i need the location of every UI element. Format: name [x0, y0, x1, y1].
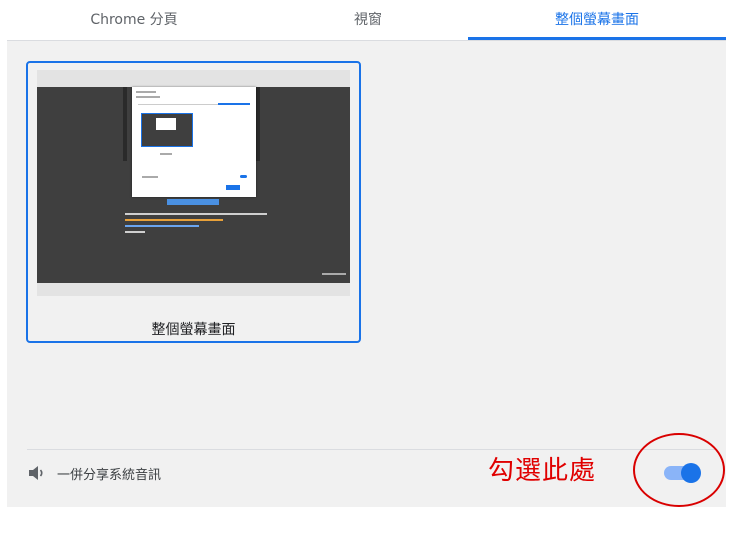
- speaker-icon: [29, 466, 43, 480]
- tab-chrome-tab[interactable]: Chrome 分頁: [0, 0, 268, 41]
- thumbnail-text-line: [125, 219, 223, 221]
- thumbnail-text: [136, 91, 156, 93]
- thumbnail-toggle: [240, 175, 247, 178]
- thumbnail-text: [322, 273, 346, 275]
- thumbnail-active-tab: [218, 103, 250, 105]
- share-source-tabs: Chrome 分頁 視窗 整個螢幕畫面: [0, 0, 733, 41]
- screen-thumbnail: [37, 70, 350, 296]
- tab-entire-screen[interactable]: 整個螢幕畫面: [468, 0, 726, 41]
- thumbnail-window-edge-right: [256, 87, 260, 161]
- tab-window[interactable]: 視窗: [268, 0, 468, 41]
- thumbnail-nested-screen: [141, 113, 193, 147]
- annotation-text: 勾選此處: [488, 456, 597, 486]
- entire-screen-label: 整個螢幕畫面: [151, 322, 236, 338]
- thumbnail-button: [226, 185, 240, 190]
- thumbnail-text-line: [125, 225, 199, 227]
- thumbnail-text: [160, 153, 172, 155]
- audio-divider: [27, 449, 717, 450]
- thumbnail-window-edge-left: [123, 87, 127, 161]
- thumbnail-nested-dialog: [156, 118, 176, 130]
- toggle-knob: [681, 463, 701, 483]
- thumbnail-blue-bar: [167, 199, 219, 205]
- share-system-audio-toggle[interactable]: [663, 462, 701, 484]
- entire-screen-option[interactable]: 整個螢幕畫面: [26, 61, 361, 343]
- thumbnail-text-line: [125, 231, 145, 233]
- thumbnail-text: [142, 176, 158, 178]
- share-system-audio-label: 一併分享系統音訊: [57, 468, 162, 483]
- thumbnail-desktop: [37, 87, 350, 283]
- thumbnail-text: [136, 96, 160, 98]
- thumbnail-dialog: [132, 87, 256, 197]
- thumbnail-text-line: [125, 213, 267, 215]
